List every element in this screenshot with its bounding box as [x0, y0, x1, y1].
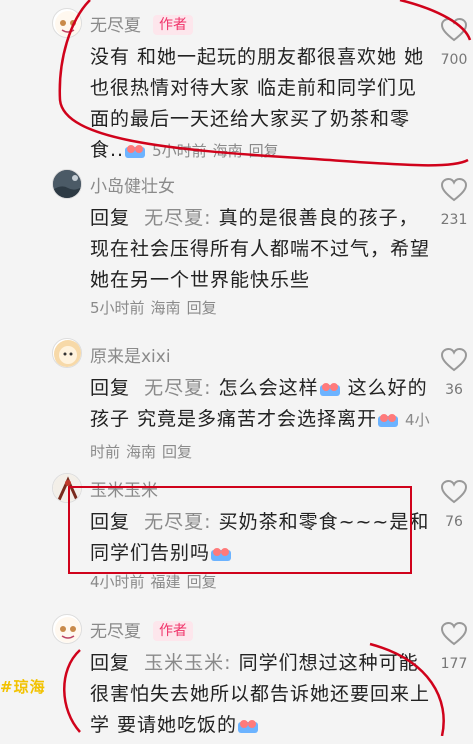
like-button[interactable]: 700 — [439, 18, 469, 68]
reply-link[interactable]: 回复 — [187, 299, 217, 317]
comment-meta: 5小时前 海南 回复 — [152, 142, 279, 160]
reply-link[interactable]: 回复 — [187, 573, 217, 591]
emoji-icon — [377, 407, 399, 427]
heart-icon — [441, 480, 467, 504]
like-button[interactable]: 76 — [439, 480, 469, 530]
username[interactable]: 玉米玉米 — [90, 476, 158, 501]
comment-text: 回复 无尽夏: 买奶茶和零食~~~是和同学们告别吗 — [90, 511, 430, 564]
heart-icon — [441, 18, 467, 42]
emoji-icon — [210, 541, 232, 561]
comment-text: 回复 无尽夏: 真的是很善良的孩子，现在社会压得所有人都喘不过气，希望她在另一个… — [90, 207, 431, 291]
author-badge: 作者 — [153, 621, 193, 641]
like-count: 76 — [445, 514, 463, 530]
avatar[interactable] — [52, 614, 82, 644]
comment-text: 回复 玉米玉米: 同学们想过这种可能 很害怕失去她所以都告诉她还要回来上学 要请… — [90, 652, 431, 736]
reply-target[interactable]: 无尽夏: — [144, 377, 211, 399]
username[interactable]: 小岛健壮女 — [90, 172, 175, 197]
like-count: 231 — [440, 212, 468, 228]
comment-meta: 4小时前 福建 回复 — [90, 573, 217, 591]
like-count: 36 — [445, 382, 463, 398]
like-button[interactable]: 177 — [439, 622, 469, 672]
author-badge: 作者 — [153, 15, 193, 35]
like-button[interactable]: 231 — [439, 178, 469, 228]
comment-meta: 5小时前 海南 回复 — [90, 299, 217, 317]
username[interactable]: 无尽夏 作者 — [90, 11, 193, 36]
like-count: 700 — [440, 52, 468, 68]
heart-icon — [441, 622, 467, 646]
like-button[interactable]: 36 — [439, 348, 469, 398]
reply-target[interactable]: 玉米玉米: — [144, 652, 231, 674]
avatar[interactable] — [52, 8, 82, 38]
reply-link[interactable]: 回复 — [162, 443, 192, 461]
like-count: 177 — [440, 656, 468, 672]
emoji-icon — [319, 376, 341, 396]
comment-text: 回复 无尽夏: 怎么会这样 这么好的孩子 究竟是多痛苦才会选择离开 4小时前 海南回… — [90, 376, 430, 461]
username[interactable]: 原来是xixi — [90, 342, 171, 367]
watermark: #琼海 — [0, 678, 46, 696]
comment-text: 没有 和她一起玩的朋友都很喜欢她 她也很热情对待大家 临走前和同学们见面的最后一… — [90, 46, 425, 161]
reply-target[interactable]: 无尽夏: — [144, 511, 211, 533]
heart-icon — [441, 348, 467, 372]
emoji-icon — [124, 138, 146, 158]
reply-target[interactable]: 无尽夏: — [144, 207, 211, 229]
avatar[interactable] — [52, 473, 82, 503]
avatar[interactable] — [52, 169, 82, 199]
emoji-icon — [237, 713, 259, 733]
heart-icon — [441, 178, 467, 202]
reply-link[interactable]: 回复 — [249, 142, 279, 160]
username[interactable]: 无尽夏 作者 — [90, 617, 193, 642]
avatar[interactable] — [52, 338, 82, 368]
